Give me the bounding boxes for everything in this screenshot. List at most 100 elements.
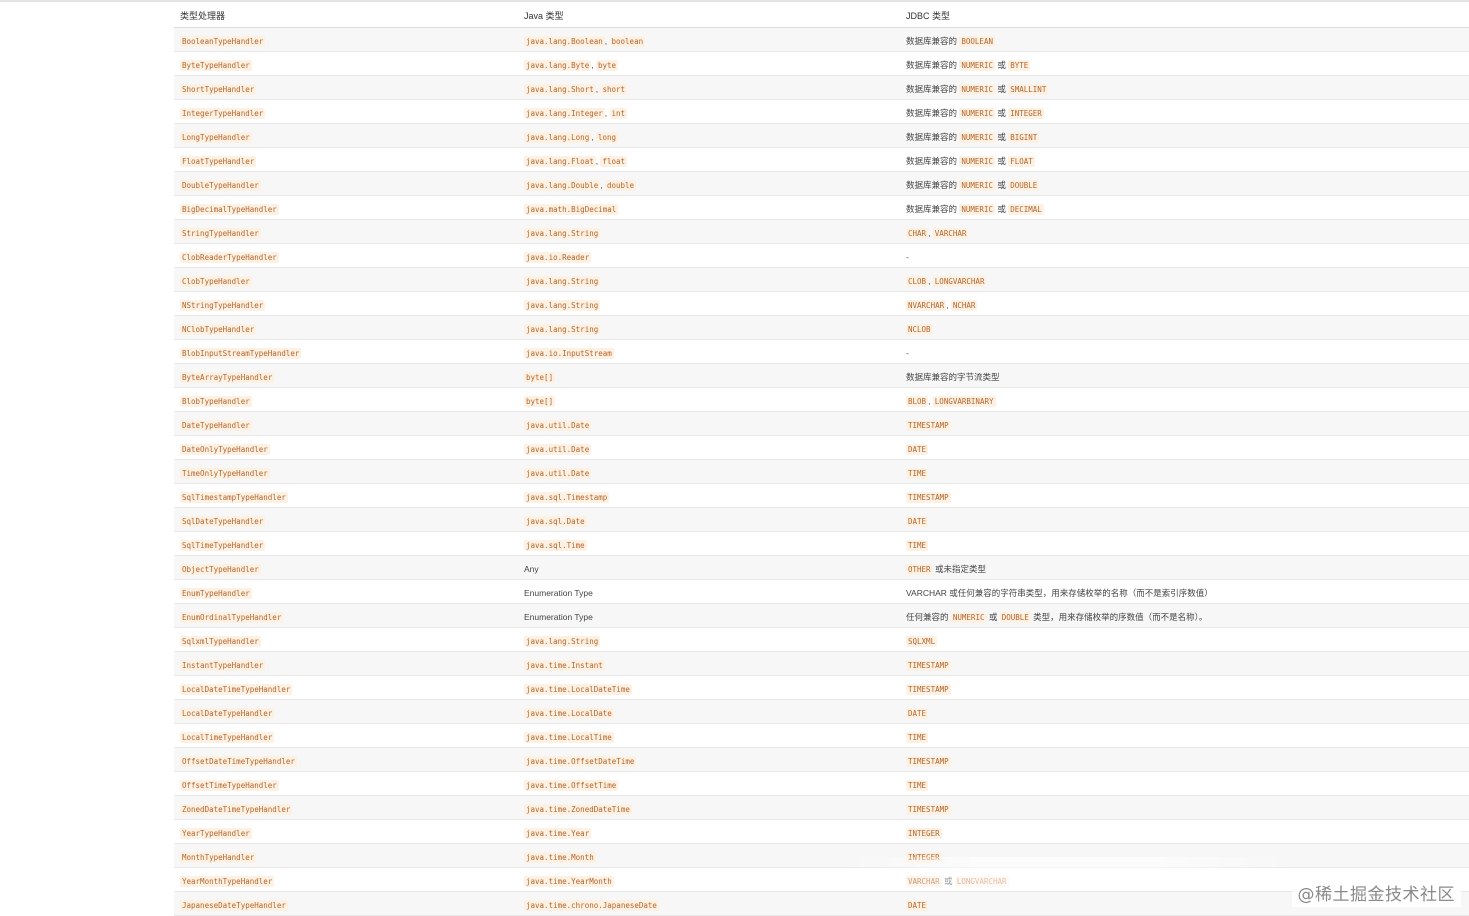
type-handler-cell: DateTypeHandler — [174, 415, 524, 433]
text-span: 任何兼容的 — [906, 611, 951, 622]
text-span: 数据库兼容的 — [906, 179, 960, 190]
code-span: TIME — [906, 731, 929, 743]
jdbc-type-cell: TIMESTAMP — [906, 799, 1469, 817]
code-span: java.lang.Long — [524, 131, 592, 143]
type-handler-cell: BooleanTypeHandler — [174, 31, 524, 49]
code-span: NUMERIC — [959, 107, 995, 119]
code-span: TIME — [906, 779, 929, 791]
table-row: YearTypeHandler java.time.Year INTEGER — [174, 820, 1469, 844]
jdbc-type-cell: 数据库兼容的 NUMERIC 或 DECIMAL — [906, 199, 1469, 217]
type-handler-cell: ClobReaderTypeHandler — [174, 247, 524, 265]
code-span: java.util.Date — [524, 419, 592, 431]
table-row: NStringTypeHandler java.lang.String NVARCH… — [174, 292, 1469, 316]
code-span: LocalDateTimeTypeHandler — [180, 683, 293, 695]
java-type-cell: java.lang.Integer, int — [524, 103, 906, 121]
jdbc-type-cell: DATE — [906, 511, 1469, 529]
code-span: java.sql.Time — [524, 539, 587, 551]
jdbc-type-cell: 数据库兼容的 BOOLEAN — [906, 31, 1469, 49]
code-span: NUMERIC — [959, 59, 995, 71]
table-row: EnumTypeHandler Enumeration Type VARCHAR 或… — [174, 580, 1469, 604]
java-type-cell: java.time.Month — [524, 847, 906, 865]
table-row: SqlTimeTypeHandler java.sql.Time TIME — [174, 532, 1469, 556]
code-span: DateTypeHandler — [180, 419, 252, 431]
jdbc-type-cell: TIME — [906, 535, 1469, 553]
jdbc-type-cell: NVARCHAR, NCHAR — [906, 295, 1469, 313]
code-span: java.time.ZonedDateTime — [524, 803, 632, 815]
code-span: java.lang.Short — [524, 83, 596, 95]
code-span: NStringTypeHandler — [180, 299, 266, 311]
code-span: FloatTypeHandler — [180, 155, 257, 167]
code-span: java.lang.String — [524, 227, 601, 239]
jdbc-type-cell: TIME — [906, 463, 1469, 481]
table-row: BigDecimalTypeHandler java.math.BigDecima… — [174, 196, 1469, 220]
code-span: java.time.Instant — [524, 659, 605, 671]
jdbc-type-cell: 数据库兼容的 NUMERIC 或 DOUBLE — [906, 175, 1469, 193]
code-span: TIMESTAMP — [906, 755, 951, 767]
code-span: boolean — [609, 35, 646, 47]
type-handler-cell: ByteTypeHandler — [174, 55, 524, 73]
type-handler-cell: TimeOnlyTypeHandler — [174, 463, 524, 481]
text-span: 数据库兼容的 — [906, 59, 960, 70]
jdbc-type-cell: DATE — [906, 703, 1469, 721]
text-span: 或 — [941, 875, 955, 886]
code-span: TimeOnlyTypeHandler — [180, 467, 270, 479]
code-span: TIMESTAMP — [906, 683, 951, 695]
code-span: java.lang.String — [524, 275, 601, 287]
code-span: DoubleTypeHandler — [180, 179, 261, 191]
code-span: java.io.InputStream — [524, 347, 614, 359]
jdbc-type-cell: 数据库兼容的字节流类型 — [906, 367, 1469, 385]
code-span: BooleanTypeHandler — [180, 35, 266, 47]
type-handler-cell: LocalDateTimeTypeHandler — [174, 679, 524, 697]
type-handler-cell: ObjectTypeHandler — [174, 559, 524, 577]
code-span: java.time.YearMonth — [524, 875, 614, 887]
table-row: StringTypeHandler java.lang.String CHAR, V… — [174, 220, 1469, 244]
code-span: java.util.Date — [524, 443, 592, 455]
code-span: CHAR — [906, 227, 929, 239]
table-row: ObjectTypeHandler Any OTHER 或未指定类型 — [174, 556, 1469, 580]
code-span: ByteArrayTypeHandler — [180, 371, 275, 383]
java-type-cell: java.time.OffsetTime — [524, 775, 906, 793]
java-type-cell: java.time.YearMonth — [524, 871, 906, 889]
table-row: ByteArrayTypeHandler byte[] 数据库兼容的字节流类型 — [174, 364, 1469, 388]
code-span: OTHER — [906, 563, 933, 575]
code-span: EnumOrdinalTypeHandler — [180, 611, 284, 623]
table-row: ShortTypeHandler java.lang.Short, short 数据… — [174, 76, 1469, 100]
table-row: BlobTypeHandler byte[] BLOB, LONGVARBINARY — [174, 388, 1469, 412]
jdbc-type-cell: 任何兼容的 NUMERIC 或 DOUBLE 类型，用来存储枚举的序数值（而不是… — [906, 607, 1469, 625]
code-span: java.time.LocalTime — [524, 731, 614, 743]
java-type-cell: Enumeration Type — [524, 607, 906, 625]
code-span: LocalTimeTypeHandler — [180, 731, 275, 743]
table-row: DateOnlyTypeHandler java.util.Date DATE — [174, 436, 1469, 460]
text-span: 或 — [994, 83, 1009, 94]
table-row: MonthTypeHandler java.time.Month INTEGER — [174, 844, 1469, 868]
code-span: VARCHAR — [932, 227, 969, 239]
code-span: java.time.Year — [524, 827, 592, 839]
table-row: OffsetDateTimeTypeHandler java.time.Offse… — [174, 748, 1469, 772]
jdbc-type-cell: INTEGER — [906, 823, 1469, 841]
code-span: ShortTypeHandler — [180, 83, 257, 95]
type-handler-cell: SqlDateTypeHandler — [174, 511, 524, 529]
watermark: @稀土掘金技术社区 — [1291, 878, 1461, 907]
code-span: YearTypeHandler — [180, 827, 252, 839]
top-divider — [0, 0, 1469, 2]
type-handler-cell: SqlTimeTypeHandler — [174, 535, 524, 553]
code-span: SQLXML — [906, 635, 938, 647]
table-header-row: 类型处理器 Java 类型 JDBC 类型 — [174, 3, 1469, 28]
type-handler-cell: NStringTypeHandler — [174, 295, 524, 313]
table-row: LocalDateTypeHandler java.time.LocalDate D… — [174, 700, 1469, 724]
table-row: BooleanTypeHandler java.lang.Boolean, boo… — [174, 28, 1469, 52]
type-handler-cell: JapaneseDateTypeHandler — [174, 895, 524, 913]
code-span: java.time.OffsetDateTime — [524, 755, 637, 767]
jdbc-type-cell: SQLXML — [906, 631, 1469, 649]
code-span: DATE — [906, 443, 929, 455]
jdbc-type-cell: - — [906, 343, 1469, 361]
code-span: INTEGER — [1008, 107, 1044, 119]
java-type-cell: byte[] — [524, 391, 906, 409]
jdbc-type-cell: TIMESTAMP — [906, 487, 1469, 505]
type-handler-cell: DoubleTypeHandler — [174, 175, 524, 193]
code-span: NUMERIC — [950, 611, 987, 623]
java-type-cell: java.time.Instant — [524, 655, 906, 673]
code-span: byte[] — [524, 395, 556, 407]
code-span: DateOnlyTypeHandler — [180, 443, 270, 455]
code-span: EnumTypeHandler — [180, 587, 252, 599]
